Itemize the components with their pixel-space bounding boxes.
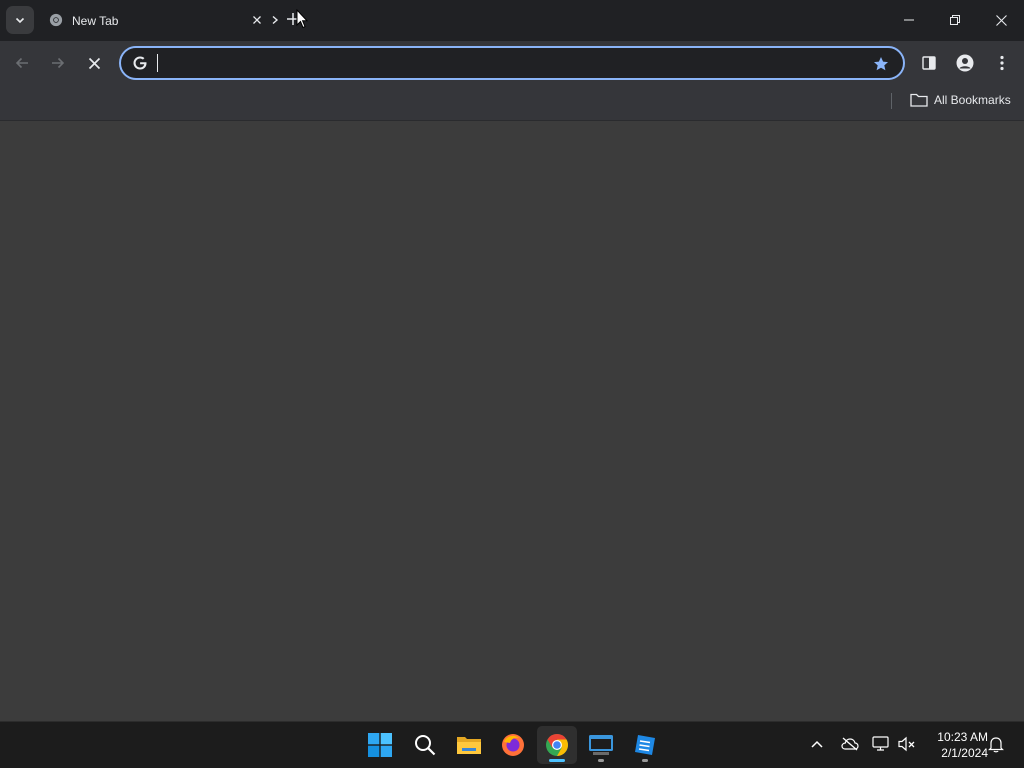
bookmark-star-button[interactable] <box>871 54 891 74</box>
mouse-cursor-icon <box>296 9 308 29</box>
windows-logo-icon <box>368 733 392 757</box>
side-panel-icon <box>922 56 936 70</box>
close-window-button[interactable] <box>978 0 1024 40</box>
google-icon <box>131 54 149 72</box>
firefox-button[interactable] <box>493 726 533 764</box>
clock-date: 2/1/2024 <box>941 746 988 760</box>
menu-button[interactable] <box>988 49 1016 77</box>
tab-strip: New Tab <box>0 0 1024 41</box>
onedrive-button[interactable] <box>840 734 860 754</box>
terminal-button[interactable] <box>581 726 621 764</box>
arrow-left-icon <box>15 57 28 69</box>
side-panel-button[interactable] <box>915 49 943 77</box>
chevron-down-icon <box>15 17 25 24</box>
minimize-icon <box>904 19 914 21</box>
volume-muted-icon <box>898 736 915 752</box>
all-bookmarks-label: All Bookmarks <box>934 93 1011 107</box>
notifications-button[interactable] <box>986 734 1006 754</box>
tab-new-tab[interactable]: New Tab <box>38 5 270 41</box>
network-icon <box>872 736 889 751</box>
taskbar: 10:23 AM 2/1/2024 <box>0 721 1024 768</box>
profile-button[interactable] <box>951 49 979 77</box>
file-explorer-button[interactable] <box>449 726 489 764</box>
file-explorer-icon <box>457 737 481 754</box>
terminal-icon <box>589 735 613 755</box>
chrome-button[interactable] <box>537 726 577 764</box>
close-icon <box>253 16 261 24</box>
chrome-icon <box>546 734 568 756</box>
bell-icon <box>988 737 1004 753</box>
cloud-off-icon <box>841 737 859 751</box>
restore-button[interactable] <box>932 0 978 40</box>
page-content[interactable] <box>0 122 1024 721</box>
arrow-right-icon <box>52 57 65 69</box>
firefox-icon <box>502 734 524 756</box>
clock-time: 10:23 AM <box>937 730 988 744</box>
show-hidden-icons-button[interactable] <box>807 734 827 754</box>
profile-icon <box>956 54 974 72</box>
active-indicator <box>549 759 565 762</box>
star-icon <box>874 57 888 71</box>
more-vertical-icon <box>1000 55 1004 71</box>
restore-icon <box>950 15 960 25</box>
network-button[interactable] <box>871 734 891 754</box>
volume-button[interactable] <box>897 734 917 754</box>
chevron-up-icon <box>811 740 823 748</box>
chevron-right-icon <box>272 15 279 25</box>
omnibox[interactable] <box>119 46 905 80</box>
stop-loading-button[interactable] <box>80 49 108 77</box>
back-button[interactable] <box>8 49 36 77</box>
tab-scroll-right-button[interactable] <box>270 12 280 28</box>
minimize-button[interactable] <box>886 0 932 40</box>
system-clock[interactable]: 10:23 AM 2/1/2024 <box>922 729 988 761</box>
search-icon <box>415 735 436 756</box>
app-button[interactable] <box>625 726 665 764</box>
taskbar-search-button[interactable] <box>405 726 445 764</box>
running-indicator <box>598 759 604 762</box>
text-caret <box>157 54 158 72</box>
tab-title: New Tab <box>72 14 119 28</box>
start-button[interactable] <box>360 726 400 764</box>
app-icon <box>635 735 655 755</box>
address-bar-input[interactable] <box>155 52 855 74</box>
toolbar <box>0 41 1024 85</box>
close-icon <box>995 14 1007 26</box>
tab-search-button[interactable] <box>6 6 34 34</box>
all-bookmarks-button[interactable]: All Bookmarks <box>906 89 1015 111</box>
bookmarks-divider <box>891 93 892 109</box>
close-icon <box>88 57 100 69</box>
tab-close-button[interactable] <box>249 12 265 28</box>
bookmarks-bar: All Bookmarks <box>0 85 1024 121</box>
chrome-favicon-icon <box>49 13 63 27</box>
running-indicator <box>642 759 648 762</box>
folder-icon <box>910 93 928 107</box>
forward-button[interactable] <box>44 49 72 77</box>
screen: New Tab All Bookmarks 10:23 AM 2/1/2024 <box>0 0 1024 768</box>
